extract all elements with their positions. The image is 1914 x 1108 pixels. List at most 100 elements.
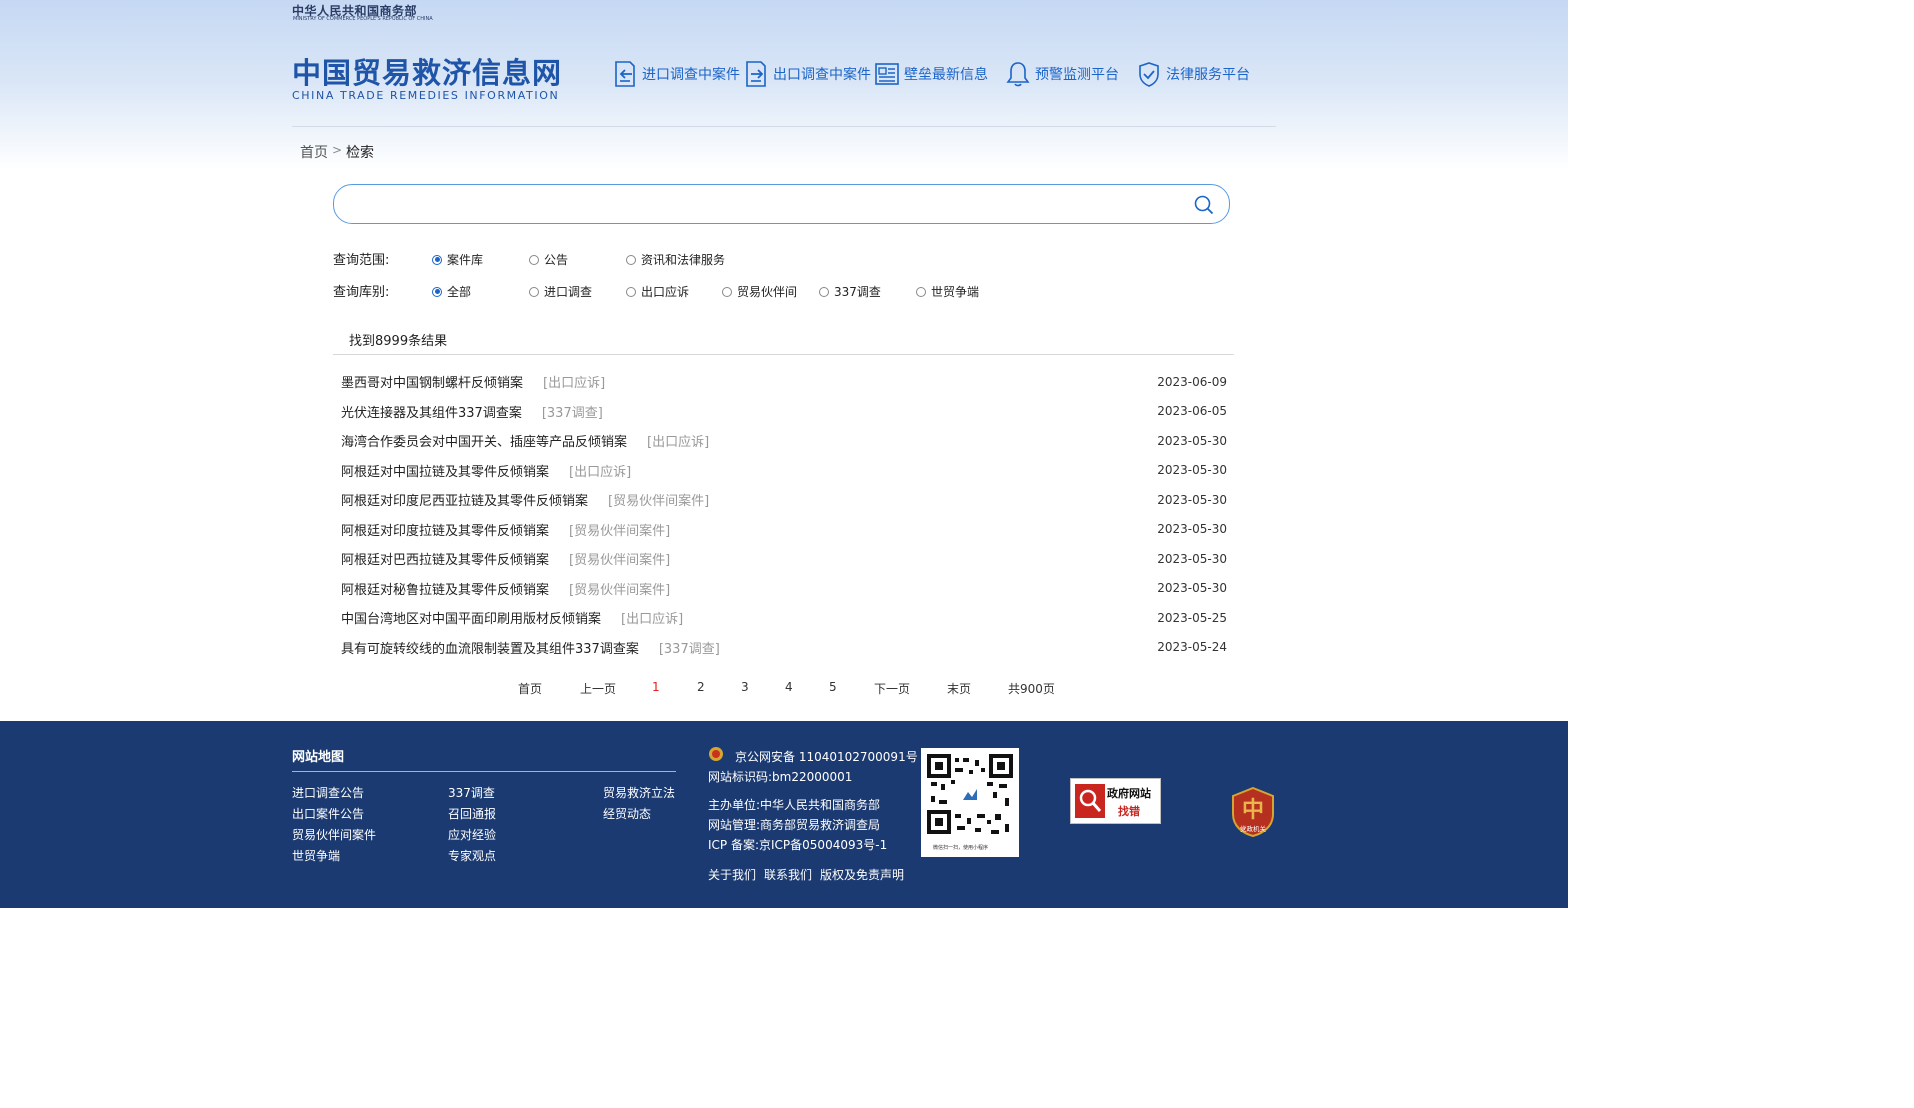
result-date: 2023-05-30 [1157,433,1227,448]
sitemap-link[interactable]: 应对经验 [448,826,496,843]
sitemap-link[interactable]: 召回通报 [448,805,496,822]
sitemap-link[interactable]: 出口案件公告 [292,805,364,822]
mini-program-qr: 微信扫一扫，使用小程序 [921,748,1019,857]
result-tag: [出口应诉] [621,612,684,628]
pager-next[interactable]: 下一页 [874,680,910,697]
result-list: 墨西哥对中国钢制螺杆反倾销案 [出口应诉] 2023-06-09 光伏连接器及其组件… [341,367,1227,662]
sitemap-link[interactable]: 贸易救济立法 [603,784,675,801]
category-radio-337[interactable]: 337调查 [819,283,881,300]
result-date: 2023-06-05 [1157,404,1227,419]
nav-label: 法律服务平台 [1166,67,1250,83]
scope-radio-news-legal[interactable]: 资讯和法律服务 [626,251,725,268]
radio-icon [626,254,636,265]
result-tag: [贸易伙伴间案件] [569,582,671,598]
sitemap-link[interactable]: 经贸动态 [603,805,651,822]
sitemap-link[interactable]: 337调查 [448,784,495,801]
category-radio-all[interactable]: 全部 [432,283,471,300]
management-info: 网站管理:商务部贸易救济调查局 [708,818,881,832]
result-row[interactable]: 中国台湾地区对中国平面印刷用版材反倾销案 [出口应诉] 2023-05-25 [341,603,1227,633]
result-title[interactable]: 阿根廷对印度尼西亚拉链及其零件反倾销案 [341,490,588,509]
result-title[interactable]: 阿根廷对巴西拉链及其零件反倾销案 [341,549,549,568]
pager-page-5[interactable]: 5 [829,680,837,694]
result-title[interactable]: 海湾合作委员会对中国开关、插座等产品反倾销案 [341,431,627,450]
export-case-icon [746,61,766,87]
result-title[interactable]: 中国台湾地区对中国平面印刷用版材反倾销案 [341,608,601,627]
result-row[interactable]: 墨西哥对中国钢制螺杆反倾销案 [出口应诉] 2023-06-09 [341,367,1227,397]
breadcrumb-current: 检索 [346,145,374,161]
pager-page-2[interactable]: 2 [697,680,705,694]
sitemap-link[interactable]: 世贸争端 [292,847,340,864]
nav-early-warning[interactable]: 预警监测平台 [1005,58,1119,90]
category-radio-trade-partner[interactable]: 贸易伙伴间 [722,283,797,300]
scope-radio-announcement[interactable]: 公告 [529,251,568,268]
nav-label: 预警监测平台 [1035,67,1119,83]
search-input[interactable] [352,192,1186,218]
radio-label: 公告 [544,253,569,267]
nav-import-cases[interactable]: 进口调查中案件 [612,58,740,90]
party-gov-badge[interactable]: 中 党政机关 [1231,786,1275,838]
radio-label: 出口应诉 [641,285,690,299]
sitemap-link[interactable]: 贸易伙伴间案件 [292,826,376,843]
gov-site-error-report[interactable]: 政府网站 找错 [1070,778,1161,824]
pager-prev[interactable]: 上一页 [580,680,616,697]
radio-icon [722,286,732,297]
search-icon[interactable] [1193,194,1215,216]
scope-radio-case-library[interactable]: 案件库 [432,251,483,268]
gov-badge-top: 政府网站 [1107,787,1151,800]
nav-barrier-news[interactable]: 壁垒最新信息 [874,58,988,90]
site-title[interactable]: 中国贸易救济信息网 [292,50,562,92]
result-title[interactable]: 阿根廷对中国拉链及其零件反倾销案 [341,461,549,480]
result-title[interactable]: 阿根廷对印度拉链及其零件反倾销案 [341,520,549,539]
category-radio-export[interactable]: 出口应诉 [626,283,689,300]
pager-page-3[interactable]: 3 [741,680,749,694]
sitemap-link[interactable]: 专家观点 [448,847,496,864]
icp-info[interactable]: ICP 备案:京ICP备05004093号-1 [708,836,887,853]
pager-last[interactable]: 末页 [947,680,971,697]
pager-page-1[interactable]: 1 [652,680,660,694]
result-row[interactable]: 阿根廷对中国拉链及其零件反倾销案 [出口应诉] 2023-05-30 [341,456,1227,486]
sitemap-link[interactable]: 进口调查公告 [292,784,364,801]
nav-legal-service[interactable]: 法律服务平台 [1136,58,1250,90]
about-link[interactable]: 关于我们 [708,866,756,883]
police-badge-icon [709,747,723,761]
nav-export-cases[interactable]: 出口调查中案件 [743,58,871,90]
magnifier-icon [1075,784,1105,818]
radio-label: 贸易伙伴间 [737,285,798,299]
pager-page-4[interactable]: 4 [785,680,793,694]
result-count: 找到8999条结果 [349,334,448,349]
breadcrumb-home[interactable]: 首页 [300,142,328,162]
pager-first[interactable]: 首页 [518,680,542,697]
result-title[interactable]: 具有可旋转绞线的血流限制装置及其组件337调查案 [341,638,639,657]
result-row[interactable]: 光伏连接器及其组件337调查案 [337调查] 2023-06-05 [341,397,1227,427]
result-row[interactable]: 阿根廷对巴西拉链及其零件反倾销案 [贸易伙伴间案件] 2023-05-30 [341,544,1227,574]
result-row[interactable]: 海湾合作委员会对中国开关、插座等产品反倾销案 [出口应诉] 2023-05-30 [341,426,1227,456]
result-tag: [337调查] [658,641,720,657]
party-badge-label: 党政机关 [1240,825,1266,833]
qr-code-icon [927,754,1013,836]
result-date: 2023-05-30 [1157,551,1227,566]
result-row[interactable]: 阿根廷对印度尼西亚拉链及其零件反倾销案 [贸易伙伴间案件] 2023-05-30 [341,485,1227,515]
result-date: 2023-05-30 [1157,522,1227,537]
radio-label: 资讯和法律服务 [641,253,726,267]
category-label: 查询库别: [333,285,390,300]
radio-selected-icon [432,254,442,265]
result-title[interactable]: 墨西哥对中国钢制螺杆反倾销案 [341,372,523,391]
result-tag: [贸易伙伴间案件] [608,494,710,510]
sponsor-info: 主办单位:中华人民共和国商务部 [708,798,881,812]
police-record[interactable]: 京公网安备 11040102700091号 [735,748,918,765]
result-row[interactable]: 具有可旋转绞线的血流限制装置及其组件337调查案 [337调查] 2023-05-2… [341,633,1227,663]
radio-label: 案件库 [447,253,484,267]
result-divider [333,354,1234,355]
contact-link[interactable]: 联系我们 [764,866,812,883]
result-row[interactable]: 阿根廷对印度拉链及其零件反倾销案 [贸易伙伴间案件] 2023-05-30 [341,515,1227,545]
result-title[interactable]: 光伏连接器及其组件337调查案 [341,402,522,421]
ministry-name-en: MINISTRY OF COMMERCE PEOPLE'S REPUBLIC O… [293,16,433,22]
result-row[interactable]: 阿根廷对秘鲁拉链及其零件反倾销案 [贸易伙伴间案件] 2023-05-30 [341,574,1227,604]
radio-icon [626,286,636,297]
category-radio-import[interactable]: 进口调查 [529,283,592,300]
disclaimer-link[interactable]: 版权及免责声明 [820,866,904,883]
result-title[interactable]: 阿根廷对秘鲁拉链及其零件反倾销案 [341,579,549,598]
result-tag: [337调查] [541,405,603,421]
result-date: 2023-05-30 [1157,463,1227,478]
category-radio-wto[interactable]: 世贸争端 [916,283,979,300]
